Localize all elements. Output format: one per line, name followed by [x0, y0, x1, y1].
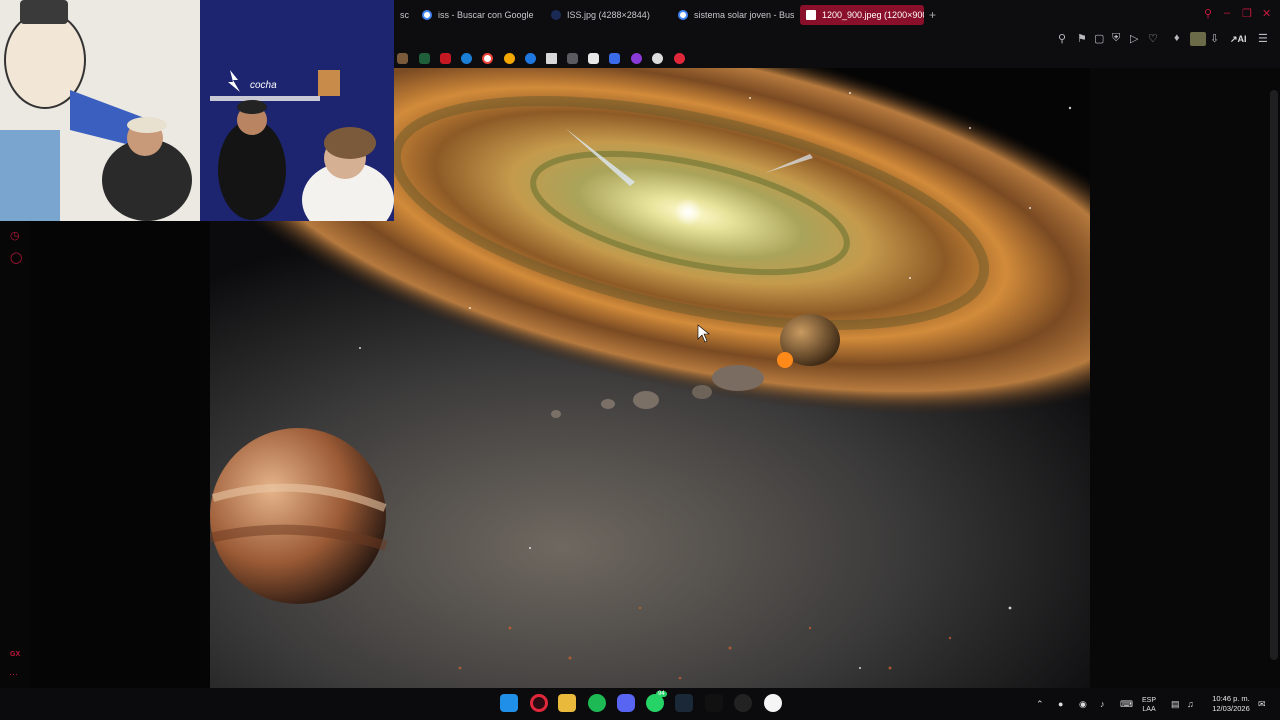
start-button-icon[interactable]: [500, 694, 518, 712]
volume-icon[interactable]: ♫: [1187, 699, 1194, 709]
bookmark-google-icon[interactable]: [482, 53, 493, 64]
keyboard-layout: LAA: [1142, 706, 1156, 713]
screenshot-icon[interactable]: ▢: [1094, 32, 1104, 45]
settings-app-icon[interactable]: [764, 694, 782, 712]
whatsapp-badge: 94: [656, 691, 667, 697]
tab-google-search-solar[interactable]: sistema solar joven - Busc: [672, 5, 794, 25]
google-icon: [678, 10, 688, 20]
minimize-icon[interactable]: –: [1224, 7, 1230, 19]
bookmark-file-icon[interactable]: [546, 53, 557, 64]
google-icon: [422, 10, 432, 20]
restore-icon[interactable]: ❐: [1242, 7, 1252, 20]
microphone-icon[interactable]: ♪: [1100, 699, 1105, 709]
ai-button[interactable]: ↗AI: [1230, 34, 1247, 45]
tray-app-icon[interactable]: ◉: [1079, 699, 1087, 710]
bookmark-icon[interactable]: [397, 53, 408, 64]
sidebar-more-icon[interactable]: ···: [9, 669, 18, 679]
heart-icon[interactable]: ♡: [1148, 32, 1158, 45]
bookmark-edge-icon[interactable]: [461, 53, 472, 64]
tab-title: 1200_900.jpeg (1200×900: [822, 10, 924, 20]
zoom-icon[interactable]: ⚲: [1058, 32, 1066, 45]
history-icon[interactable]: ◷: [10, 229, 20, 242]
network-icon[interactable]: ▤: [1171, 699, 1180, 710]
page-scrollbar[interactable]: [1270, 90, 1278, 660]
webcam-feed: cocha: [0, 0, 394, 221]
close-icon[interactable]: ✕: [1262, 7, 1271, 20]
download-icon[interactable]: ⇩: [1210, 32, 1219, 45]
clock-time: 10:46 p. m.: [1212, 694, 1250, 703]
extensions-icon[interactable]: ♦: [1174, 32, 1180, 44]
tab-title: sistema solar joven - Busc: [694, 10, 794, 20]
system-clock[interactable]: 10:46 p. m. 12/03/2026: [1207, 694, 1255, 714]
tab-google-search-iss[interactable]: iss - Buscar con Google: [416, 5, 538, 25]
tray-app-icon[interactable]: ●: [1058, 699, 1063, 709]
shield-icon[interactable]: ⛨: [1112, 32, 1120, 45]
bookmark-icon[interactable]: [504, 53, 515, 64]
language-indicator[interactable]: ESP LAA: [1142, 696, 1156, 714]
pin-icon[interactable]: ⚑: [1077, 32, 1087, 45]
viewer-margin: [1090, 68, 1280, 688]
svg-text:cocha: cocha: [250, 80, 277, 91]
bookmark-anchor-icon[interactable]: [652, 53, 663, 64]
bookmark-icon[interactable]: [674, 53, 685, 64]
tab-partial[interactable]: sc: [394, 5, 412, 25]
windows-taskbar: 94: [0, 688, 1280, 720]
profile-avatar-icon[interactable]: [1190, 32, 1206, 46]
menu-icon[interactable]: ☰: [1258, 32, 1268, 45]
clock-date: 12/03/2026: [1212, 704, 1250, 713]
opera-gx-icon[interactable]: [530, 694, 548, 712]
extensions-sidebar-icon[interactable]: ◯: [10, 251, 22, 264]
bookmark-icon[interactable]: [609, 53, 620, 64]
side-panel: [30, 221, 210, 688]
tab-title: ISS.jpg (4288×2844): [567, 10, 650, 20]
spotify-icon[interactable]: [588, 694, 606, 712]
bookmark-netflix-icon[interactable]: [440, 53, 451, 64]
steam-icon[interactable]: [675, 694, 693, 712]
bookmark-icon[interactable]: [419, 53, 430, 64]
tab-iss-jpg[interactable]: ISS.jpg (4288×2844): [545, 5, 665, 25]
webcam-overlay: cocha: [0, 0, 394, 221]
play-icon[interactable]: ▷: [1130, 32, 1138, 45]
tab-title: iss - Buscar con Google: [438, 10, 534, 20]
tab-title: sc: [400, 10, 409, 20]
obs-icon[interactable]: [734, 694, 752, 712]
bookmark-link-icon[interactable]: [567, 53, 578, 64]
language-code: ESP: [1142, 697, 1157, 704]
tab-1200-900-jpeg[interactable]: 1200_900.jpeg (1200×900: [800, 5, 924, 25]
file-explorer-icon[interactable]: [558, 694, 576, 712]
image-file-icon: [551, 10, 561, 20]
ai-label: AI: [1237, 34, 1247, 44]
bookmark-icon[interactable]: [631, 53, 642, 64]
notifications-icon[interactable]: ✉: [1258, 699, 1266, 710]
gx-label[interactable]: GX: [10, 651, 20, 658]
browser-sidebar: ◷ ◯ GX ···: [0, 221, 30, 688]
bookmark-icon[interactable]: [525, 53, 536, 64]
bookmark-icon[interactable]: [588, 53, 599, 64]
search-tabs-icon[interactable]: ⚲: [1204, 7, 1212, 20]
capcut-icon[interactable]: [705, 694, 723, 712]
new-tab-button[interactable]: +: [929, 8, 936, 22]
keyboard-icon[interactable]: ⌨: [1120, 699, 1133, 710]
show-hidden-icons[interactable]: ⌃: [1036, 699, 1044, 710]
discord-icon[interactable]: [617, 694, 635, 712]
file-icon: [806, 10, 816, 20]
